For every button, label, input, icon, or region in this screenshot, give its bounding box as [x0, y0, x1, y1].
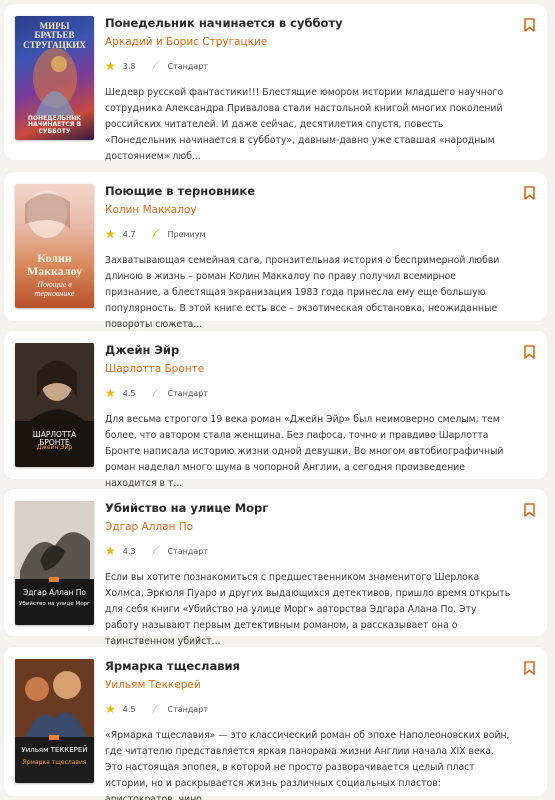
book-title[interactable]: Джейн Эйр — [105, 343, 179, 357]
cover-author-text: Колин Маккалоу — [26, 251, 83, 278]
book-author-link[interactable]: Аркадий и Борис Стругацкие — [105, 36, 267, 48]
feather-icon — [151, 388, 161, 398]
book-description: Если вы хотите познакомиться с предшеств… — [105, 572, 511, 647]
book-rating: 4.3 — [122, 546, 136, 556]
book-tier: Премиум — [167, 229, 206, 239]
cover-title-text: ПОНЕДЕЛЬНИК НАЧИНАЕТСЯ В СУББОТУ — [27, 115, 82, 135]
book-card[interactable]: Уильям ТЕККЕРЕЙ Ярмарка тщеславия Ярмарк… — [4, 647, 547, 800]
book-rating: 4.5 — [122, 388, 136, 398]
cover-title-text: Ярмарка тщеславия — [22, 759, 87, 766]
book-cover[interactable]: Эдгар Аллан По Убийство на улице Морг — [15, 501, 94, 625]
feather-icon — [151, 229, 161, 239]
star-icon: ★ — [105, 227, 116, 241]
bookmark-icon[interactable] — [524, 661, 535, 675]
book-author-link[interactable]: Уильям Теккерей — [105, 679, 201, 691]
book-description: «Ярмарка тщеславия» — это классический р… — [105, 730, 510, 800]
cover-title-text: Джейн Эйр — [36, 444, 73, 451]
book-rating: 3.8 — [122, 61, 136, 71]
book-meta: ★ 4.5 Стандарт — [105, 386, 208, 400]
star-icon: ★ — [105, 386, 116, 400]
book-tier: Стандарт — [167, 61, 209, 71]
book-title[interactable]: Понедельник начинается в субботу — [105, 16, 343, 30]
feather-icon — [151, 61, 161, 71]
book-description: Для весьма строгого 19 века роман «Джейн… — [105, 414, 504, 489]
book-cover[interactable]: Уильям ТЕККЕРЕЙ Ярмарка тщеславия — [15, 659, 94, 783]
cover-author-text: Эдгар Аллан По — [23, 588, 86, 597]
feather-icon — [151, 546, 161, 556]
book-tier: Стандарт — [167, 546, 209, 556]
star-icon: ★ — [105, 544, 116, 558]
book-author-link[interactable]: Эдгар Аллан По — [105, 521, 193, 533]
bookmark-icon[interactable] — [524, 503, 535, 517]
book-tier: Стандарт — [167, 704, 209, 714]
book-cover[interactable]: ШАРЛОТТА БРОНТЕ Джейн Эйр — [15, 343, 94, 467]
book-tier: Стандарт — [167, 388, 209, 398]
book-rating: 4.5 — [122, 704, 136, 714]
book-author-link[interactable]: Шарлотта Бронте — [105, 363, 204, 375]
book-description: Шедевр русской фантастики!!! Блестящие ю… — [105, 87, 504, 162]
cover-title-text: Поющие в терновнике — [34, 280, 75, 298]
book-card[interactable]: Эдгар Аллан По Убийство на улице Морг Уб… — [4, 489, 547, 647]
book-author-link[interactable]: Колин Маккалоу — [105, 204, 197, 216]
book-card[interactable]: Колин Маккалоу Поющие в терновнике Поющи… — [4, 172, 547, 330]
book-cover[interactable]: Колин Маккалоу Поющие в терновнике — [15, 184, 94, 308]
book-description: Захватывающая семейная сага, пронзительн… — [105, 255, 500, 330]
feather-icon — [151, 704, 161, 714]
bookmark-icon[interactable] — [524, 18, 535, 32]
book-title[interactable]: Убийство на улице Морг — [105, 501, 268, 515]
book-meta: ★ 4.5 Стандарт — [105, 702, 208, 716]
book-meta: ★ 3.8 Стандарт — [105, 59, 208, 73]
cover-author-text: Уильям ТЕККЕРЕЙ — [21, 746, 88, 754]
book-meta: ★ 4.3 Стандарт — [105, 544, 208, 558]
bookmark-icon[interactable] — [524, 345, 535, 359]
star-icon: ★ — [105, 702, 116, 716]
book-title[interactable]: Поющие в терновнике — [105, 184, 255, 198]
book-card[interactable]: МИРЫ БРАТЬЕВ СТРУГАЦКИХ ПОНЕДЕЛЬНИК НАЧИ… — [4, 4, 547, 162]
cover-title-text: Убийство на улице Морг — [19, 601, 90, 607]
book-meta: ★ 4.7 Премиум — [105, 227, 206, 241]
book-card[interactable]: ШАРЛОТТА БРОНТЕ Джейн Эйр Джейн Эйр Шарл… — [4, 331, 547, 489]
book-cover[interactable]: МИРЫ БРАТЬЕВ СТРУГАЦКИХ ПОНЕДЕЛЬНИК НАЧИ… — [15, 16, 94, 140]
book-rating: 4.7 — [122, 229, 136, 239]
book-title[interactable]: Ярмарка тщеславия — [105, 659, 240, 673]
cover-series-text: МИРЫ БРАТЬЕВ СТРУГАЦКИХ — [23, 21, 86, 50]
bookmark-icon[interactable] — [524, 186, 535, 200]
star-icon: ★ — [105, 59, 116, 73]
